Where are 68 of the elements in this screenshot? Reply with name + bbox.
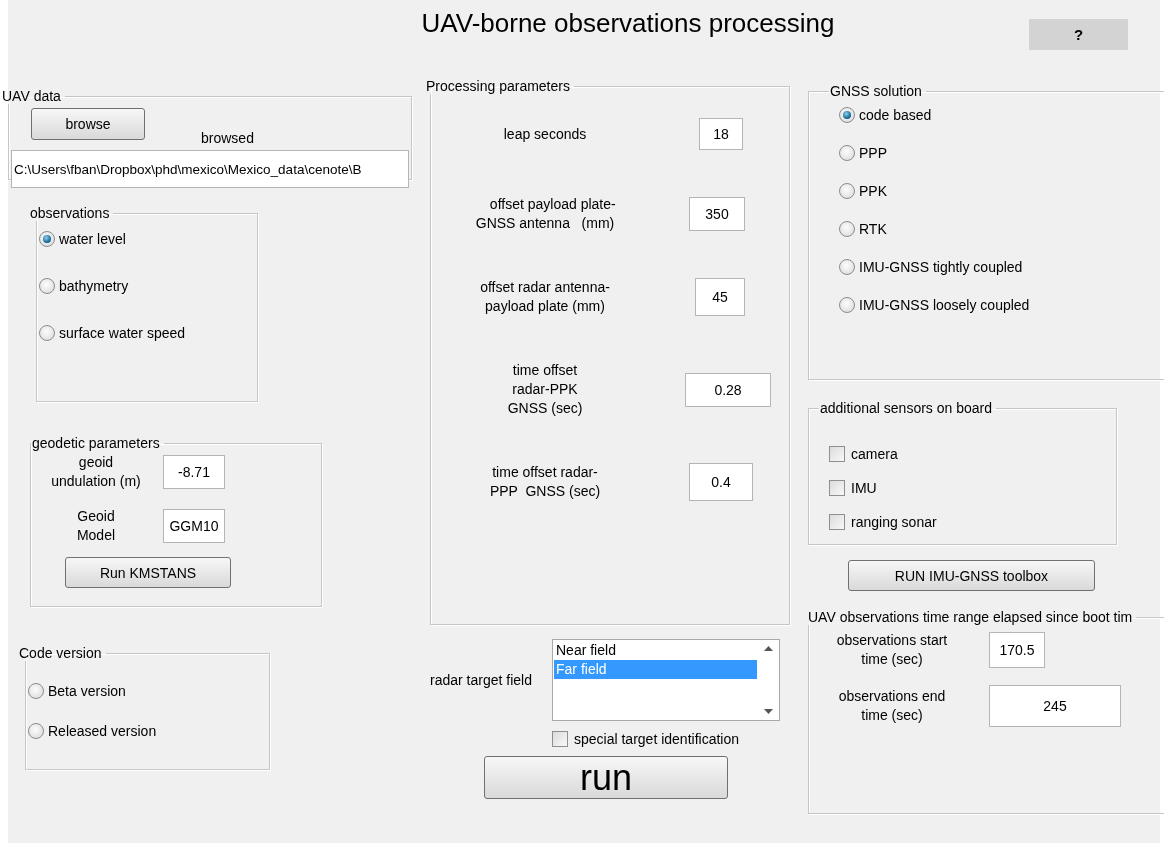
panel-title: geodetic parameters (31, 435, 161, 451)
radio-label[interactable]: bathymetry (59, 278, 129, 294)
panel-title: GNSS solution (829, 83, 923, 99)
browse-button[interactable]: browse (31, 108, 145, 140)
checkbox[interactable] (829, 446, 845, 462)
list-item[interactable]: Near field (554, 641, 757, 660)
radio-label[interactable]: code based (859, 107, 932, 123)
run-kmstans-button[interactable]: Run KMSTANS (65, 557, 231, 588)
field-label: Geoid Model (75, 507, 117, 545)
radio-button[interactable] (839, 221, 855, 237)
radio-button[interactable] (839, 259, 855, 275)
radio-label[interactable]: IMU-GNSS tightly coupled (859, 259, 1023, 275)
help-button[interactable]: ? (1029, 19, 1128, 50)
radio-label[interactable]: surface water speed (59, 325, 186, 341)
checkbox-label[interactable]: IMU (851, 480, 877, 496)
window-title: UAV-borne observations processing (421, 8, 835, 39)
text-field[interactable]: 18 (699, 118, 743, 150)
radio-label[interactable]: Released version (48, 723, 157, 739)
field-label: observations end time (sec) (837, 687, 947, 725)
radio-button[interactable] (39, 325, 55, 341)
radio-label[interactable]: water level (59, 231, 126, 247)
radio-button[interactable] (839, 145, 855, 161)
imu-toolbox-button[interactable]: RUN IMU-GNSS toolbox (848, 560, 1095, 591)
run-button[interactable]: run (484, 756, 728, 799)
text-field[interactable]: 0.4 (689, 463, 753, 501)
field-label: time offset radar-PPK GNSS (sec) (506, 361, 584, 418)
radio-label[interactable]: RTK (859, 221, 887, 237)
checkbox[interactable] (829, 480, 845, 496)
checkbox[interactable] (829, 514, 845, 530)
radio-button[interactable] (839, 107, 855, 123)
browsed-label: browsed (201, 130, 254, 146)
field-label: observations start time (sec) (835, 631, 949, 669)
panel-title: UAV data (1, 88, 62, 104)
radar-target-label: radar target field (430, 672, 533, 688)
checkbox-label[interactable]: ranging sonar (851, 514, 937, 530)
field-label: geoid undulation (m) (50, 453, 142, 491)
checkbox[interactable] (552, 731, 568, 747)
radio-button[interactable] (839, 297, 855, 313)
scroll-down-icon[interactable] (763, 709, 773, 714)
panel-title: observations (29, 205, 111, 221)
radio-button[interactable] (839, 183, 855, 199)
panel-title: Processing parameters (425, 78, 571, 94)
text-field[interactable]: 45 (695, 278, 745, 316)
path-field[interactable]: C:\Users\fban\Dropbox\phd\mexico\Mexico_data\cenote\B (11, 150, 409, 188)
panel-title: additional sensors on board (819, 400, 993, 416)
panel-title: UAV observations time range elapsed since boot tim (807, 609, 1134, 625)
text-field[interactable]: 170.5 (989, 632, 1045, 668)
text-field[interactable]: 0.28 (685, 372, 771, 407)
checkbox-label[interactable]: special target identification (574, 731, 739, 747)
scroll-up-icon[interactable] (763, 646, 773, 651)
radio-label[interactable]: IMU-GNSS loosely coupled (859, 297, 1030, 313)
text-field[interactable]: GGM10 (163, 509, 225, 543)
radio-button[interactable] (39, 231, 55, 247)
text-field[interactable]: -8.71 (163, 455, 225, 489)
radio-label[interactable]: PPP (859, 145, 887, 161)
radio-button[interactable] (28, 723, 44, 739)
radio-label[interactable]: Beta version (48, 683, 126, 699)
field-label: leap seconds (502, 124, 588, 144)
field-label: time offset radar- PPP GNSS (sec) (488, 463, 602, 501)
checkbox-label[interactable]: camera (851, 446, 898, 462)
field-label: offset radar antenna- payload plate (mm) (479, 278, 611, 316)
text-field[interactable]: 350 (689, 197, 745, 231)
panel-title: Code version (18, 645, 103, 661)
radio-button[interactable] (39, 278, 55, 294)
field-label: offset payload plate- GNSS antenna (mm) (474, 195, 617, 233)
radio-label[interactable]: PPK (859, 183, 887, 199)
text-field[interactable]: 245 (989, 685, 1121, 727)
radio-button[interactable] (28, 683, 44, 699)
